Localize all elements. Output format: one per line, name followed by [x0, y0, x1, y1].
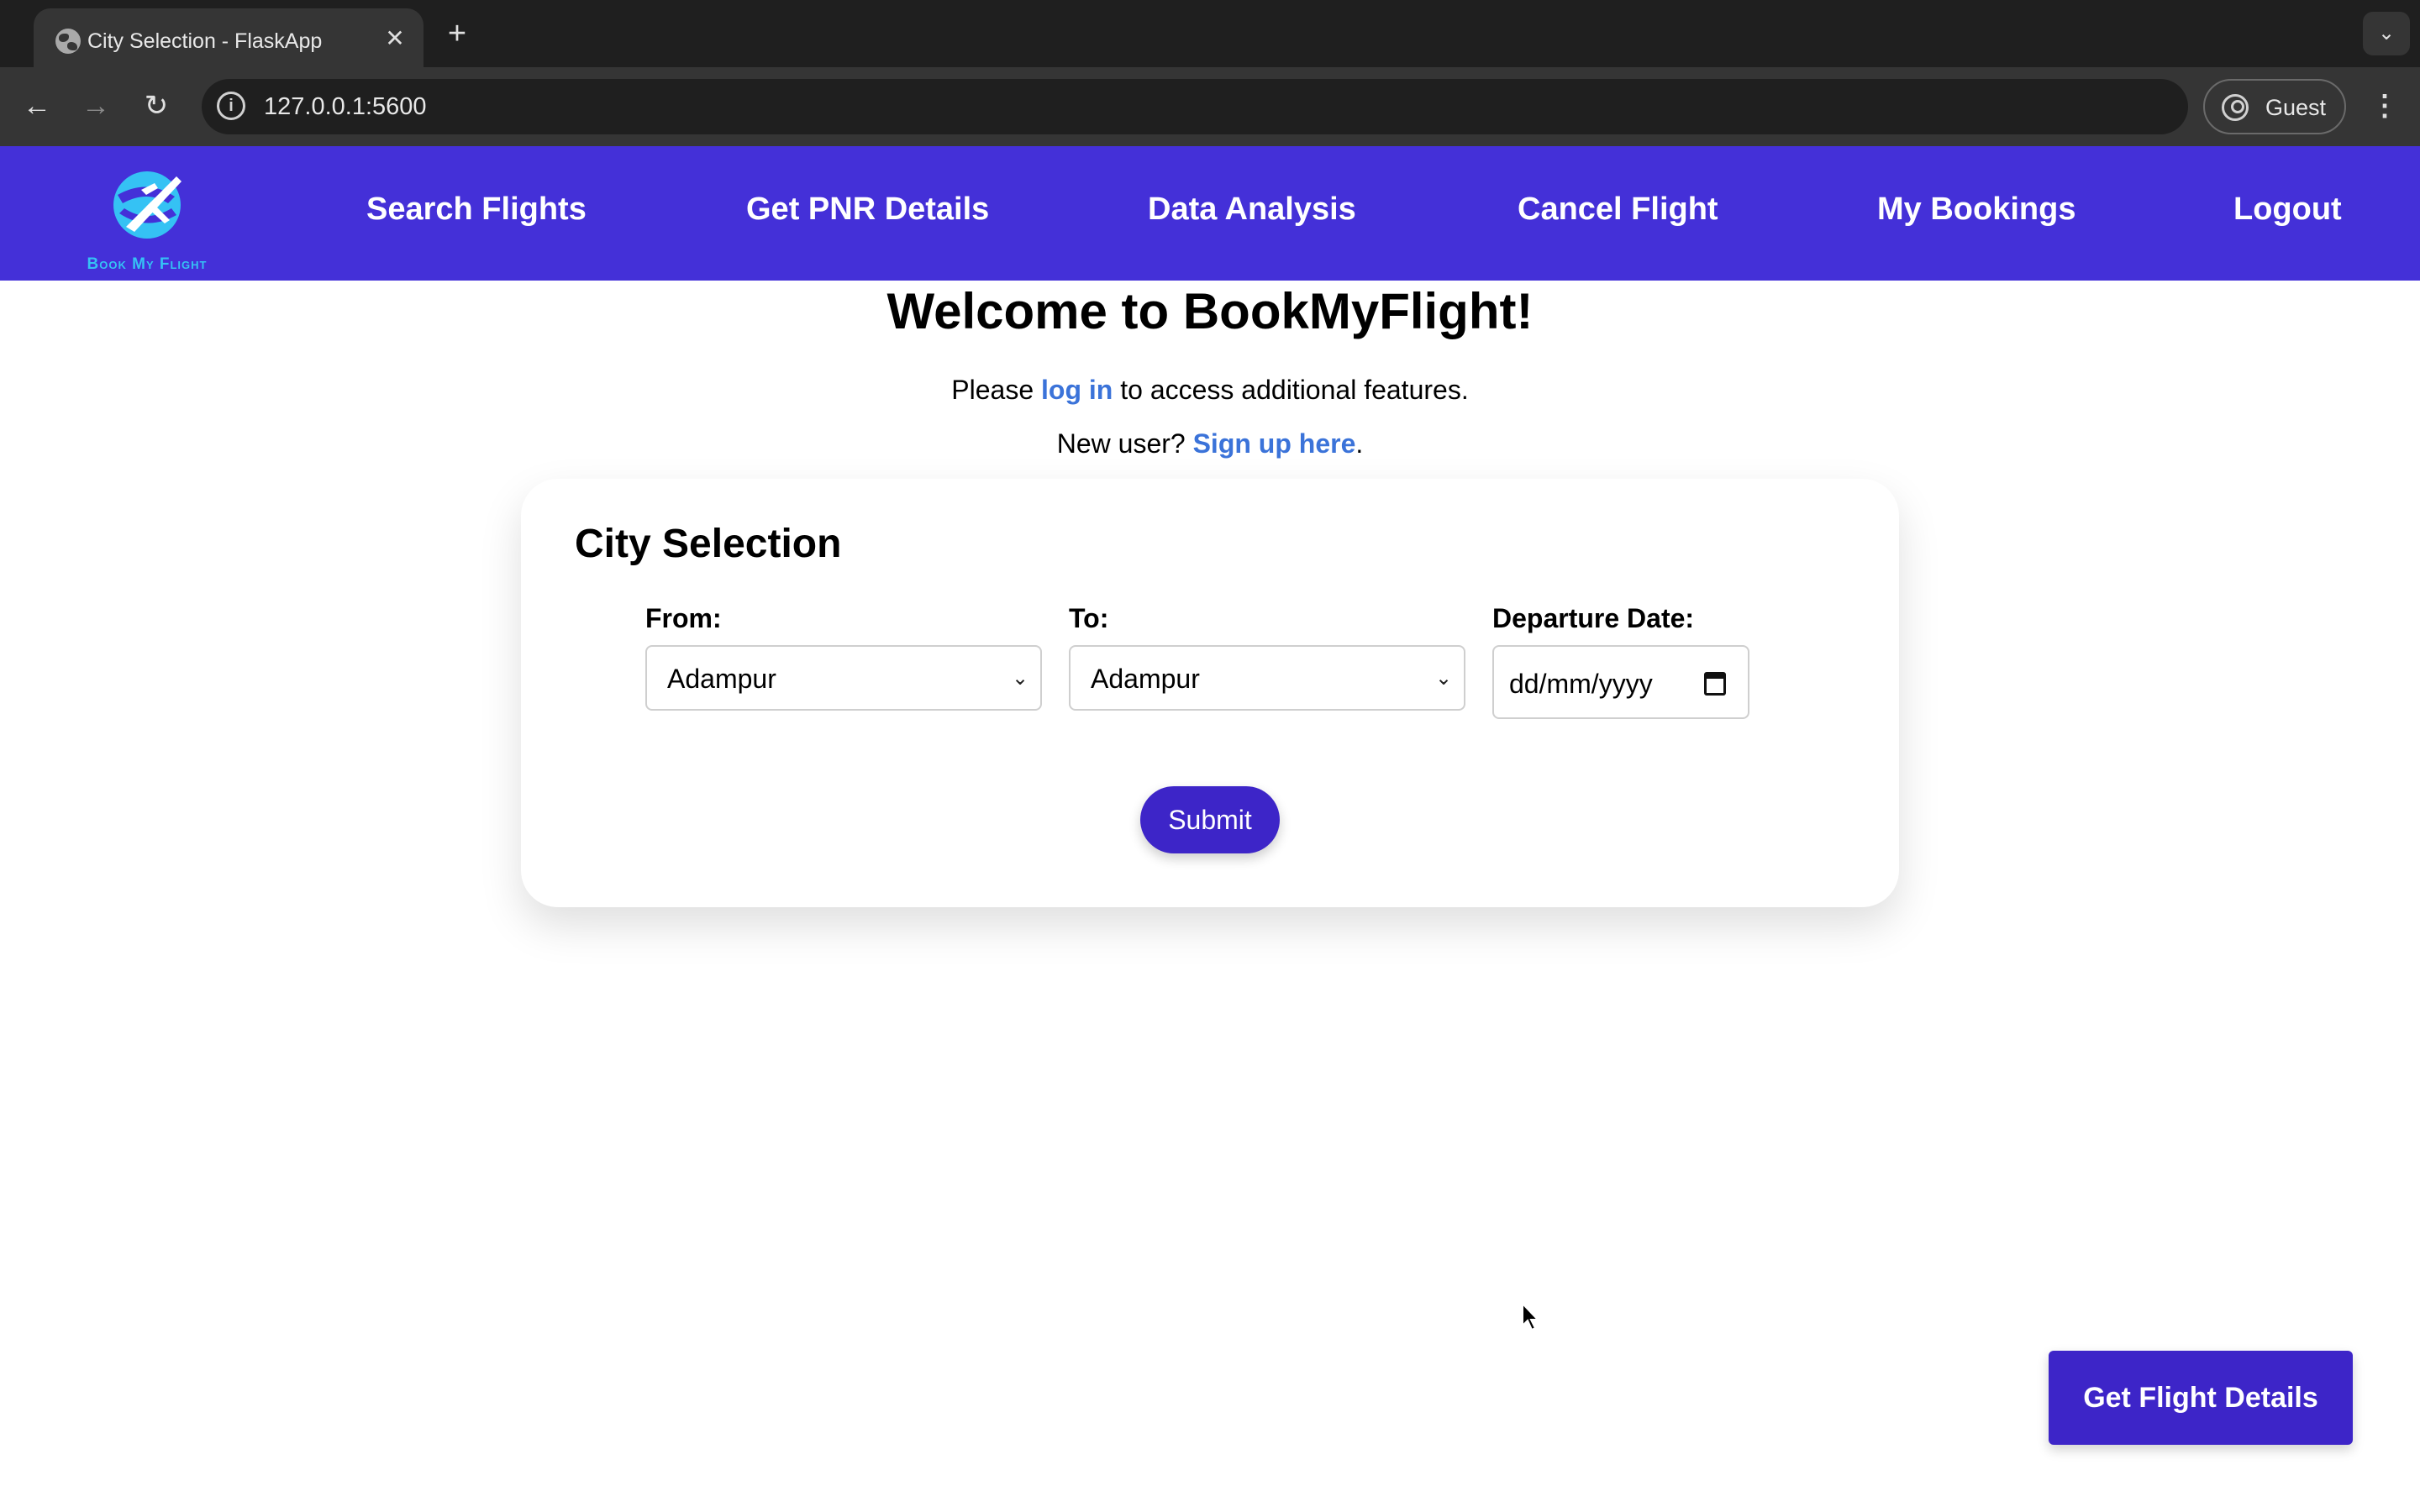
departure-date-label: Departure Date:	[1492, 603, 1695, 633]
nav-search-flights[interactable]: Search Flights	[366, 192, 587, 228]
address-bar[interactable]: i 127.0.0.1:5600	[202, 79, 2188, 134]
page-title: Welcome to BookMyFlight!	[886, 283, 1534, 339]
signup-suffix: .	[1355, 428, 1364, 459]
reload-icon[interactable]: ↻	[134, 84, 178, 128]
chevron-down-icon: ⌄	[1011, 667, 1029, 690]
site-info-icon[interactable]: i	[217, 92, 245, 120]
to-select-value: Adampur	[1091, 664, 1200, 694]
to-select[interactable]: Adampur ⌄	[1069, 645, 1465, 711]
close-tab-icon[interactable]: ✕	[378, 22, 412, 55]
profile-icon	[2222, 94, 2249, 121]
to-label: To:	[1069, 603, 1109, 633]
browser-tab-strip: City Selection - FlaskApp ✕ + ⌄	[0, 0, 2420, 67]
card-title: City Selection	[575, 522, 842, 566]
new-tab-icon[interactable]: +	[439, 15, 476, 52]
nav-data-analysis[interactable]: Data Analysis	[1148, 192, 1356, 228]
tab-search-chevron-icon[interactable]: ⌄	[2363, 12, 2410, 55]
profile-button[interactable]: Guest	[2203, 79, 2346, 134]
nav-logout[interactable]: Logout	[2233, 192, 2342, 228]
from-label: From:	[645, 603, 722, 633]
signup-link[interactable]: Sign up here	[1193, 428, 1356, 459]
nav-my-bookings[interactable]: My Bookings	[1877, 192, 2075, 228]
globe-icon	[55, 29, 81, 54]
browser-toolbar: ← → ↻ i 127.0.0.1:5600 Guest ⋮	[0, 67, 2420, 146]
signup-prefix: New user?	[1056, 428, 1186, 459]
logo[interactable]: Book My Flight	[67, 161, 227, 273]
calendar-icon[interactable]	[1704, 672, 1726, 696]
login-suffix: to access additional features.	[1120, 375, 1469, 405]
app-navbar: Book My Flight Search Flights Get PNR De…	[0, 146, 2420, 281]
back-arrow-icon[interactable]: ←	[15, 84, 59, 128]
tab-title: City Selection - FlaskApp	[87, 29, 323, 53]
date-placeholder: dd/mm/yyyy	[1509, 669, 1653, 699]
departure-date-input[interactable]: dd/mm/yyyy	[1492, 645, 1749, 719]
city-selection-card: City Selection From: Adampur ⌄ To: Adamp…	[521, 479, 1899, 907]
nav-get-pnr-details[interactable]: Get PNR Details	[746, 192, 989, 228]
browser-tab[interactable]: City Selection - FlaskApp ✕	[34, 8, 424, 67]
submit-button[interactable]: Submit	[1140, 786, 1280, 853]
profile-label: Guest	[2265, 95, 2327, 120]
login-prompt: Please log in to access additional featu…	[0, 375, 2420, 406]
from-select-value: Adampur	[667, 664, 776, 694]
url-text[interactable]: 127.0.0.1:5600	[264, 93, 427, 121]
more-menu-icon[interactable]: ⋮	[2368, 84, 2402, 128]
nav-cancel-flight[interactable]: Cancel Flight	[1518, 192, 1718, 228]
mouse-cursor-icon	[1522, 1302, 1540, 1331]
signup-prompt: New user? Sign up here.	[0, 428, 2420, 459]
login-link[interactable]: log in	[1041, 375, 1113, 405]
plane-logo-icon	[113, 171, 182, 239]
login-prefix: Please	[951, 375, 1034, 405]
from-select[interactable]: Adampur ⌄	[645, 645, 1042, 711]
logo-text: Book My Flight	[87, 255, 208, 273]
get-flight-details-button[interactable]: Get Flight Details	[2049, 1351, 2353, 1445]
forward-arrow-icon[interactable]: →	[74, 84, 118, 128]
chevron-down-icon: ⌄	[1434, 667, 1453, 690]
